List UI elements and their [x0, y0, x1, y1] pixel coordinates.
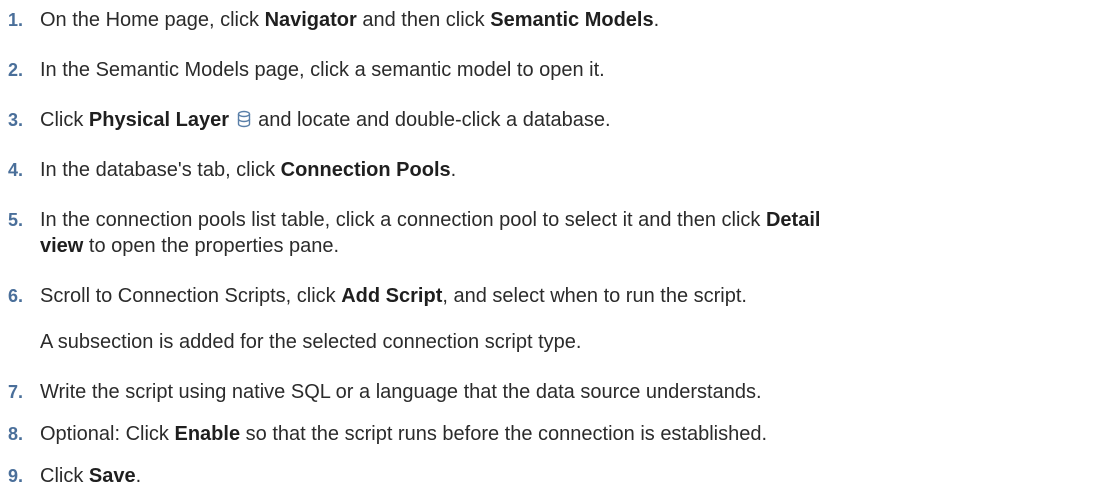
ui-term-enable: Enable — [174, 423, 241, 445]
ui-term-physical-layer: Physical Layer — [88, 109, 229, 131]
step-text-part: Scroll to Connection Scripts, click — [40, 285, 342, 307]
step-number: 2. — [8, 60, 24, 80]
step-number: 4. — [8, 160, 24, 180]
step-text-part: On the Home page, click — [40, 9, 265, 31]
step-text: Click Physical Layer and locate and doub… — [40, 108, 611, 132]
step-text-part: and then click — [356, 9, 491, 31]
step-text-part: . — [653, 9, 660, 31]
step-text: view to open the properties pane. — [40, 234, 339, 258]
step-text-part: . — [450, 159, 457, 181]
ui-term-add-script: Add Script — [341, 285, 443, 307]
step-text-part: In the connection pools list table, clic… — [40, 209, 766, 231]
step-text: In the Semantic Models page, click a sem… — [40, 59, 605, 81]
step-text: Optional: Click Enable so that the scrip… — [40, 422, 767, 446]
step-text: In the database's tab, click Connection … — [40, 158, 456, 182]
step-text-part: and locate and double-click a database. — [252, 109, 611, 131]
instructions-list: 1. On the Home page, click Navigator and… — [0, 0, 1110, 497]
step-text-part: to open the properties pane. — [83, 235, 340, 257]
step-text-part: so that the script runs before the conne… — [240, 423, 768, 445]
step-text-part: In the database's tab, click — [40, 159, 281, 181]
step-text: On the Home page, click Navigator and th… — [40, 8, 659, 32]
step-number: 7. — [8, 382, 24, 402]
step-text-part: . — [135, 465, 142, 487]
step-text-part: , and select when to run the script. — [442, 285, 747, 307]
ui-term-navigator: Navigator — [264, 9, 357, 31]
step-text: In the connection pools list table, clic… — [40, 208, 820, 232]
step-number: 8. — [8, 424, 24, 444]
ui-term-detail-view: Detail — [765, 209, 821, 231]
step-text: Scroll to Connection Scripts, click Add … — [40, 284, 747, 308]
step-number: 1. — [8, 10, 24, 30]
step-text-part: Click — [40, 465, 89, 487]
step-text: Write the script using native SQL or a l… — [40, 381, 762, 403]
step-text-part: Click — [40, 109, 89, 131]
step-number: 3. — [8, 110, 24, 130]
ui-term-detail-view-cont: view — [40, 235, 84, 257]
step-number: 9. — [8, 466, 24, 486]
step-number: 5. — [8, 210, 24, 230]
ui-term-connection-pools: Connection Pools — [280, 159, 451, 181]
step-number: 6. — [8, 286, 24, 306]
database-icon — [237, 110, 251, 128]
ui-term-save: Save — [88, 465, 136, 487]
step-text: Click Save. — [40, 464, 141, 488]
step-text-part: Optional: Click — [40, 423, 175, 445]
step-note: A subsection is added for the selected c… — [40, 331, 582, 353]
ui-term-semantic-models: Semantic Models — [490, 9, 654, 31]
